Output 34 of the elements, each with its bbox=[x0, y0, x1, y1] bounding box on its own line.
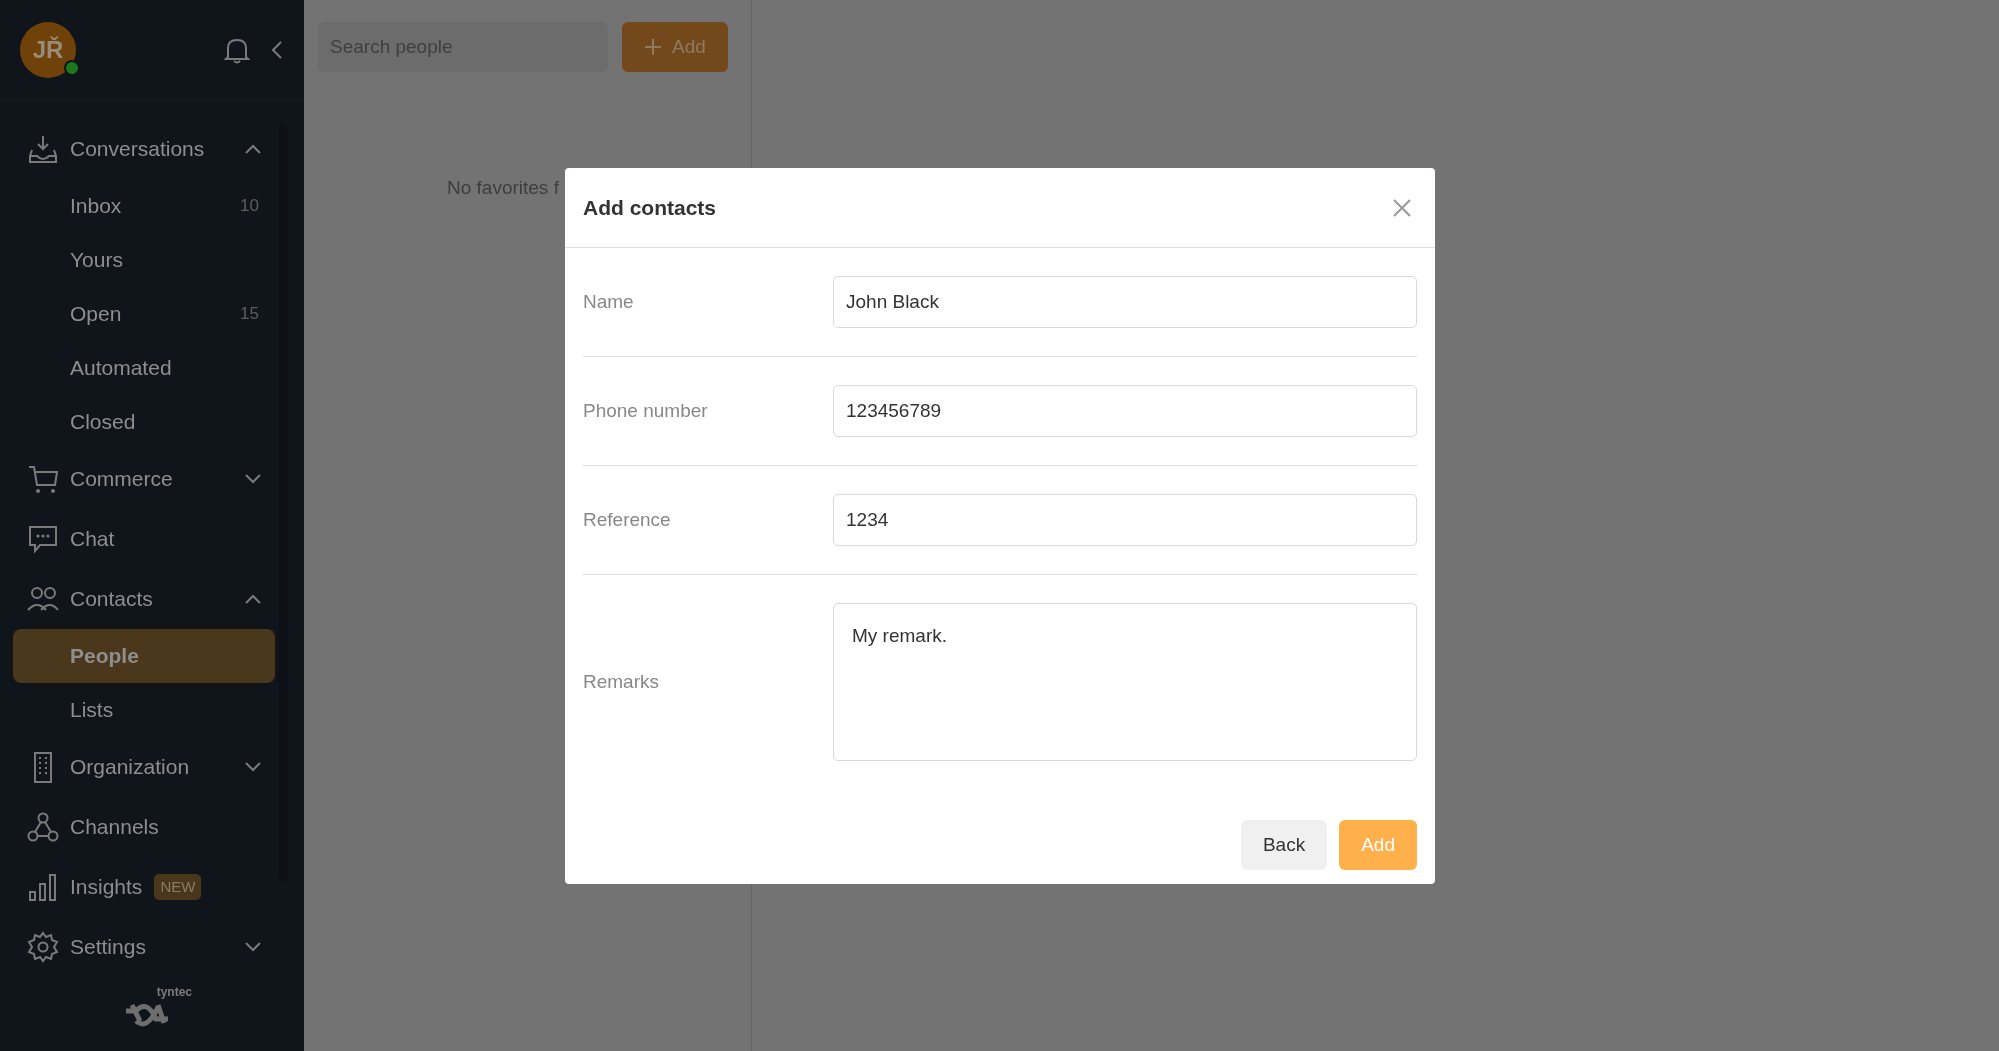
sidebar-subitem[interactable]: Automated bbox=[13, 341, 275, 395]
sidebar-item[interactable]: Insights NEW bbox=[0, 857, 278, 917]
remarks-field[interactable]: My remark. bbox=[833, 603, 1417, 761]
sidebar-item[interactable]: Channels bbox=[0, 797, 278, 857]
sidebar-subitem[interactable]: Yours bbox=[13, 233, 275, 287]
nodes-icon bbox=[26, 810, 60, 844]
item-count: 15 bbox=[240, 303, 259, 326]
input-field[interactable]: John Black bbox=[833, 276, 1417, 328]
new-badge: NEW bbox=[154, 873, 202, 901]
sidebar-item[interactable]: Organization bbox=[0, 737, 278, 797]
field-label: Remarks bbox=[583, 669, 660, 694]
sidebar-subitem[interactable]: People bbox=[13, 629, 275, 683]
sidebar-subitem[interactable]: Closed bbox=[13, 395, 275, 449]
plus-icon bbox=[644, 38, 662, 56]
input-field[interactable]: 123456789 bbox=[833, 385, 1417, 437]
dialog-title: Add contacts bbox=[583, 194, 716, 221]
collapse-icon[interactable] bbox=[270, 38, 284, 61]
field-label: Phone number bbox=[583, 398, 709, 423]
logo-text: tyntec bbox=[156, 984, 192, 1001]
close-icon bbox=[1391, 196, 1413, 219]
field-label: Reference bbox=[583, 507, 672, 532]
settings-icon bbox=[26, 930, 60, 964]
field-label: Name bbox=[583, 289, 635, 314]
sidebar-subitem[interactable]: Lists bbox=[13, 683, 275, 737]
back-button[interactable]: Back bbox=[1240, 820, 1328, 870]
sidebar-item[interactable]: Settings bbox=[0, 917, 278, 977]
sidebar-subitem[interactable]: Inbox 10 bbox=[13, 179, 275, 233]
input-field[interactable]: 1234 bbox=[833, 494, 1417, 546]
sidebar-item[interactable]: Commerce bbox=[0, 449, 278, 509]
sidebar-item[interactable]: Contacts bbox=[0, 569, 278, 629]
sidebar-item[interactable]: Conversations bbox=[0, 119, 278, 179]
sidebar-item[interactable]: Chat bbox=[0, 509, 278, 569]
sidebar-subitem[interactable]: Open 15 bbox=[13, 287, 275, 341]
item-count: 10 bbox=[240, 195, 259, 218]
